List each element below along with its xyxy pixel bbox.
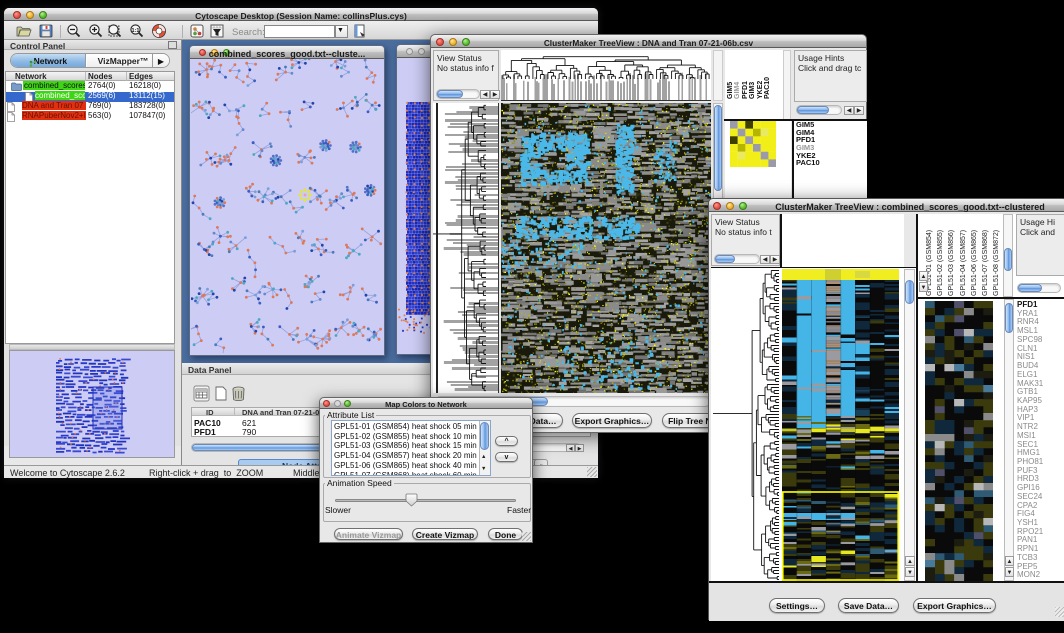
svg-text:1:1: 1:1 [132, 28, 140, 34]
